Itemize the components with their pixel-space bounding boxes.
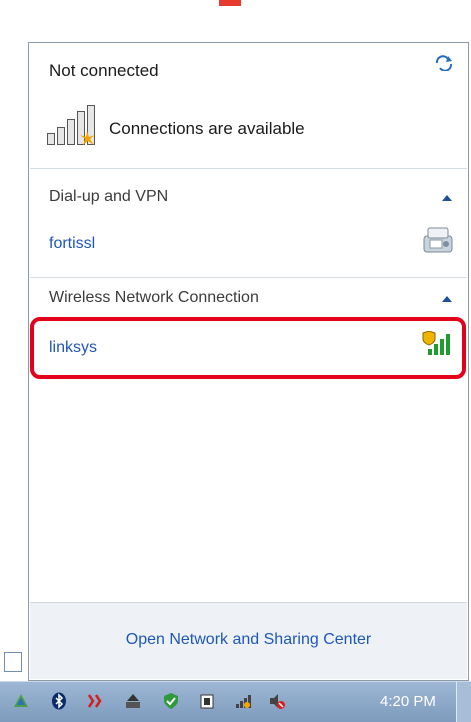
divider <box>30 168 467 169</box>
network-icon[interactable] <box>234 692 252 710</box>
network-bars-warning-icon <box>47 105 99 154</box>
group-header-dialup[interactable]: Dial-up and VPN <box>49 188 168 206</box>
show-desktop-button[interactable] <box>456 682 471 722</box>
network-alert-icon[interactable] <box>86 692 104 710</box>
network-flyout: Not connected Connections are available … <box>28 42 469 681</box>
vpn-phone-icon <box>422 226 454 261</box>
divider <box>30 277 467 278</box>
desktop-strip <box>0 0 30 681</box>
wifi-secure-signal-icon <box>422 330 452 362</box>
connections-available-text: Connections are available <box>109 119 305 138</box>
power-icon[interactable] <box>198 692 216 710</box>
eject-icon[interactable] <box>124 692 142 710</box>
connection-status-title: Not connected <box>49 61 159 80</box>
network-item-linksys[interactable]: linksys <box>49 339 97 357</box>
refresh-icon[interactable] <box>434 55 454 76</box>
group-header-wireless[interactable]: Wireless Network Connection <box>49 289 259 307</box>
upload-arrow-icon[interactable] <box>12 692 30 710</box>
language-bar-icon[interactable] <box>4 652 22 672</box>
taskbar: 4:20 PM <box>0 681 471 722</box>
flyout-footer: Open Network and Sharing Center <box>30 602 467 679</box>
taskbar-clock[interactable]: 4:20 PM <box>380 693 436 710</box>
top-red-tab <box>219 0 241 6</box>
chevron-up-icon[interactable] <box>442 296 452 302</box>
shield-icon[interactable] <box>162 692 180 710</box>
volume-muted-icon[interactable] <box>268 692 286 710</box>
bluetooth-icon[interactable] <box>50 692 68 710</box>
open-network-sharing-center-link[interactable]: Open Network and Sharing Center <box>30 631 467 649</box>
chevron-up-icon[interactable] <box>442 195 452 201</box>
network-item-fortissl[interactable]: fortissl <box>49 235 95 253</box>
